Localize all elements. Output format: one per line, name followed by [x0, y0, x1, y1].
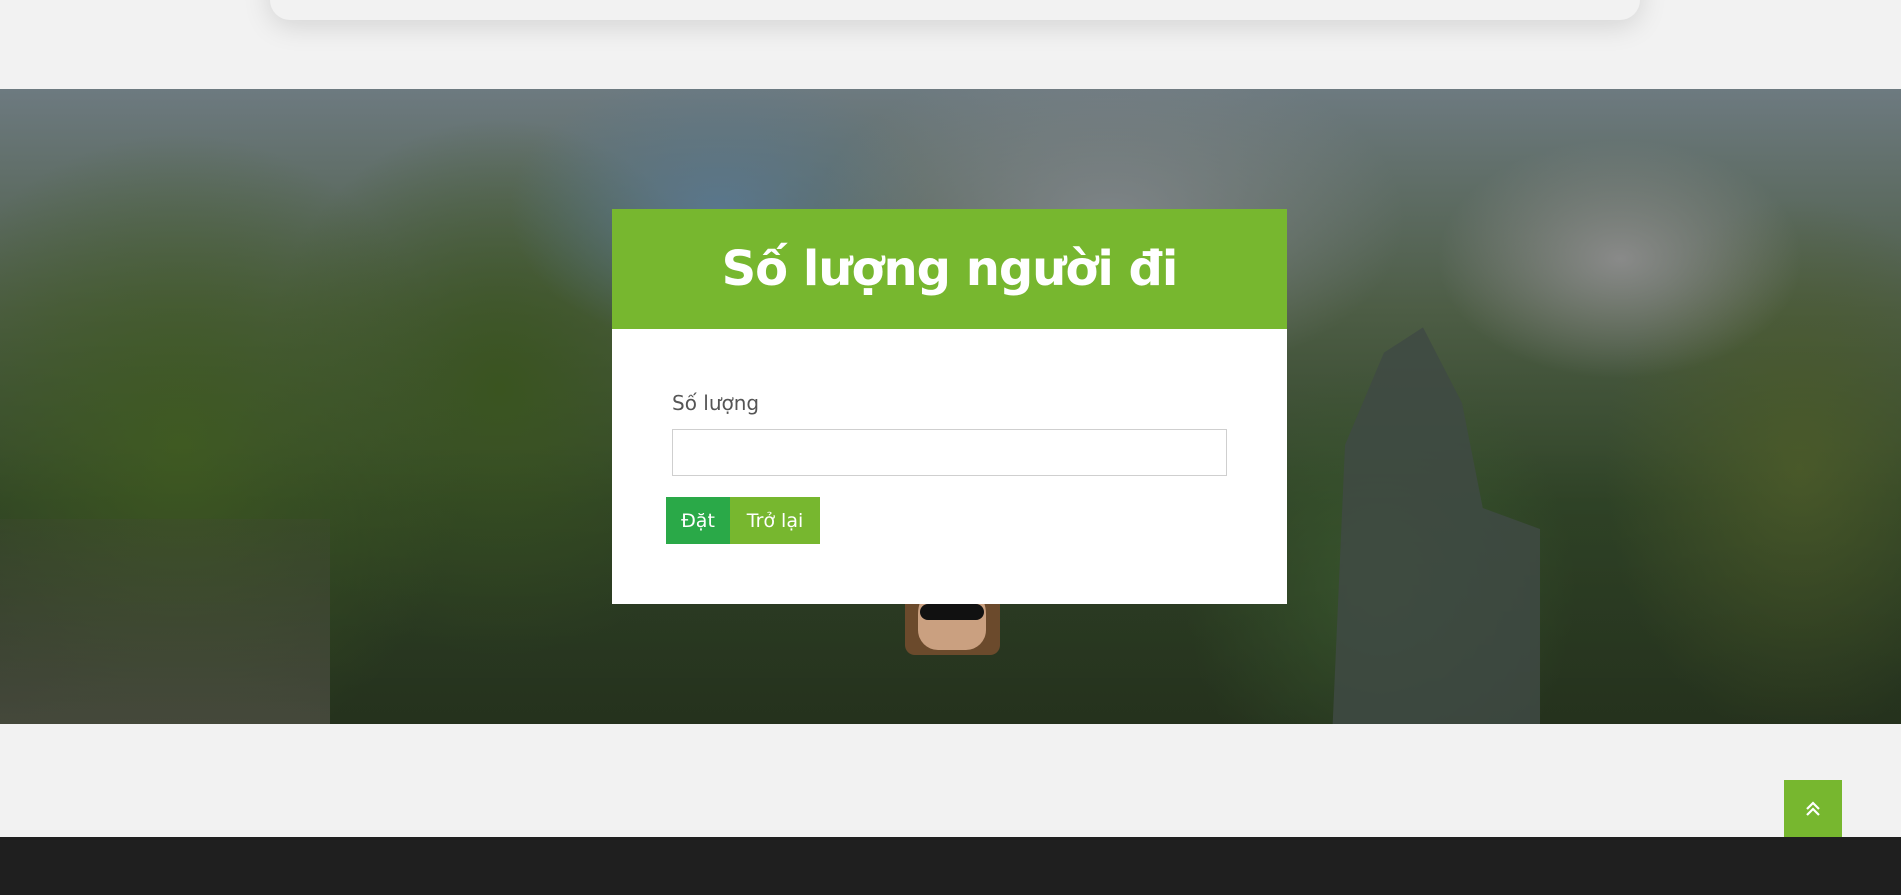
rock-cliff: [0, 519, 330, 724]
back-button[interactable]: Trở lại: [730, 497, 820, 544]
quantity-label: Số lượng: [672, 391, 760, 415]
submit-button[interactable]: Đặt: [666, 497, 730, 544]
header-bar: [270, 0, 1640, 20]
card-header: Số lượng người đi: [612, 209, 1287, 329]
karst-mountain: [1332, 327, 1540, 724]
sunglasses: [920, 604, 984, 620]
quantity-form-card: Số lượng người đi Số lượng Đặt Trở lại: [612, 209, 1287, 604]
double-chevron-up-icon: [1806, 800, 1820, 816]
form-title: Số lượng người đi: [721, 241, 1179, 297]
quantity-input[interactable]: [672, 429, 1227, 476]
scroll-to-top-button[interactable]: [1784, 780, 1842, 837]
footer: [0, 837, 1901, 895]
